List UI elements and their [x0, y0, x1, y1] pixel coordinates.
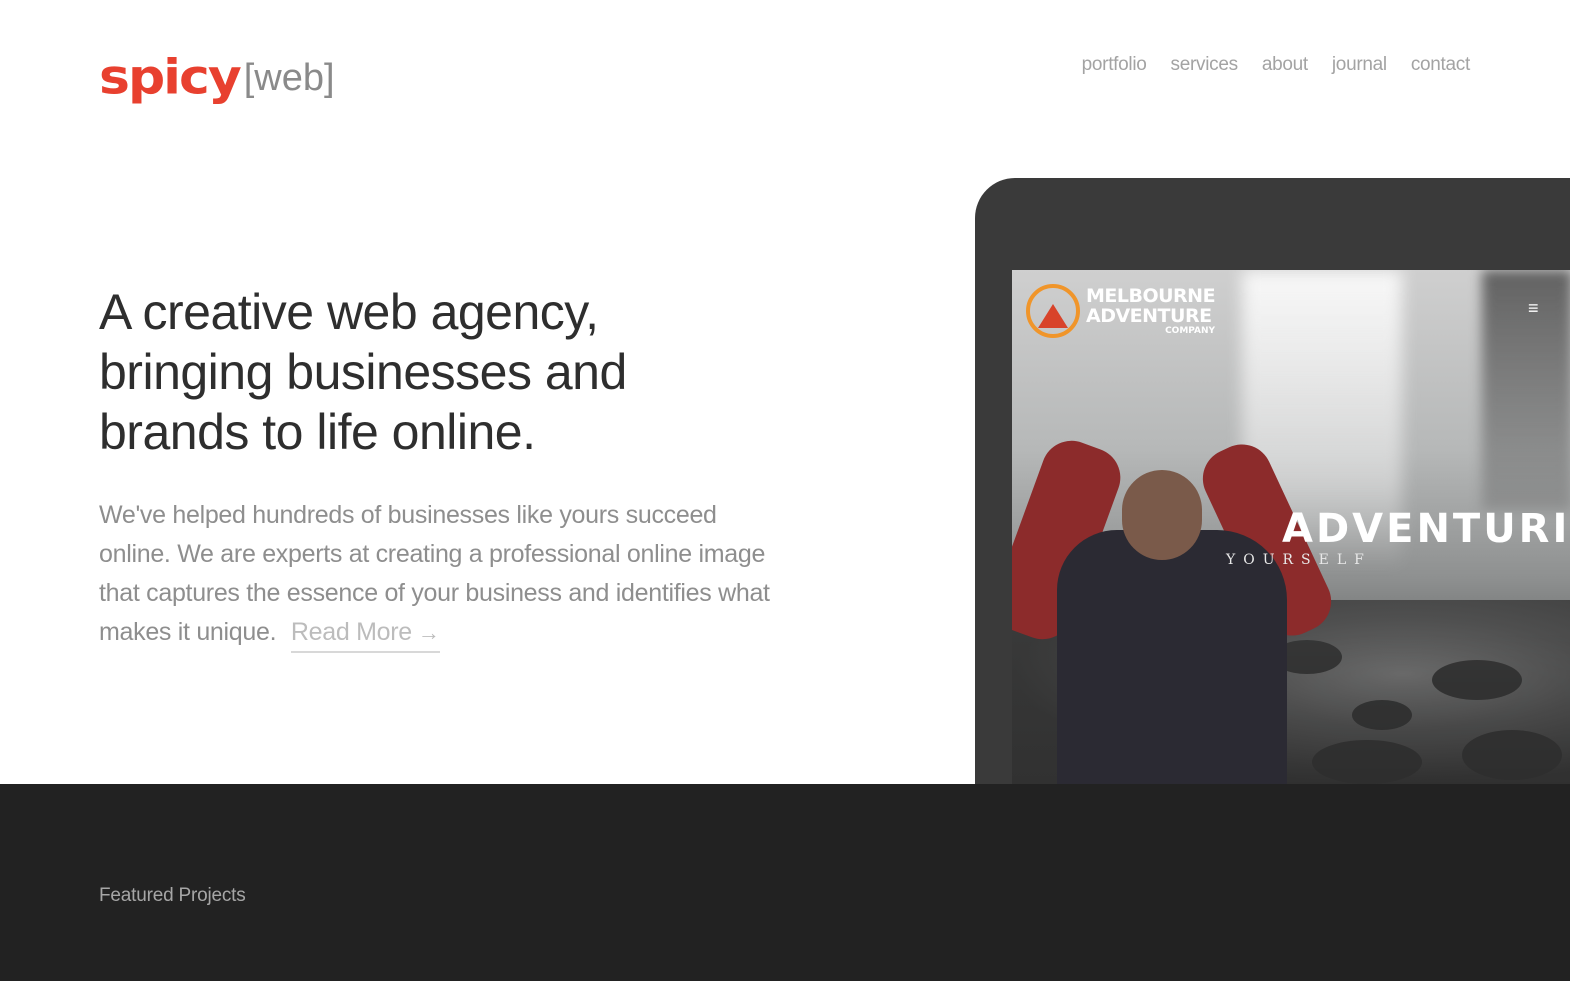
brand-line-1: MELBOURNE — [1086, 285, 1216, 307]
brand-line-3: COMPANY — [1165, 326, 1216, 336]
hero-title: A creative web agency, bringing business… — [99, 284, 627, 460]
preview-brand-text: MELBOURNE ADVENTURE COMPANY — [1086, 285, 1216, 336]
rock — [1352, 700, 1412, 730]
preview-headline-sub: YOURSELF — [1226, 552, 1372, 568]
hiker-photo — [1012, 410, 1341, 784]
cliff-shadow — [1482, 270, 1570, 510]
hamburger-menu-icon: ≡ — [1528, 298, 1539, 318]
arrow-right-icon: → — [417, 620, 440, 645]
hero-description: We've helped hundreds of businesses like… — [99, 496, 789, 653]
hiker-jacket — [1057, 530, 1287, 784]
nav-contact[interactable]: contact — [1411, 54, 1470, 76]
nav-journal[interactable]: journal — [1332, 54, 1387, 76]
featured-section — [0, 784, 1570, 981]
rock — [1312, 740, 1422, 784]
preview-brand-logo: MELBOURNE ADVENTURE COMPANY — [1026, 284, 1216, 338]
tablet-screen-preview: MELBOURNE ADVENTURE COMPANY ≡ ADVENTURIZ… — [1012, 270, 1570, 784]
rock — [1462, 730, 1562, 780]
rock — [1432, 660, 1522, 700]
preview-headline-main: ADVENTURIZE — [1282, 506, 1570, 552]
featured-projects-heading: Featured Projects — [99, 885, 246, 906]
site-logo[interactable]: spicy [web] — [99, 42, 335, 102]
logo-spicy-text: spicy — [99, 50, 242, 106]
nav-about[interactable]: about — [1262, 54, 1308, 76]
mountain-logo-icon — [1026, 284, 1080, 338]
preview-headline: ADVENTURIZE YOURSELF — [1012, 506, 1570, 568]
read-more-label: Read More — [290, 618, 412, 646]
read-more-link[interactable]: Read More → — [290, 616, 440, 653]
logo-web-text: [web] — [243, 57, 335, 99]
brand-line-2: ADVENTURE — [1086, 305, 1212, 327]
nav-portfolio[interactable]: portfolio — [1082, 54, 1147, 76]
main-nav: portfolio services about journal contact — [1082, 54, 1471, 76]
nav-services[interactable]: services — [1171, 54, 1239, 76]
